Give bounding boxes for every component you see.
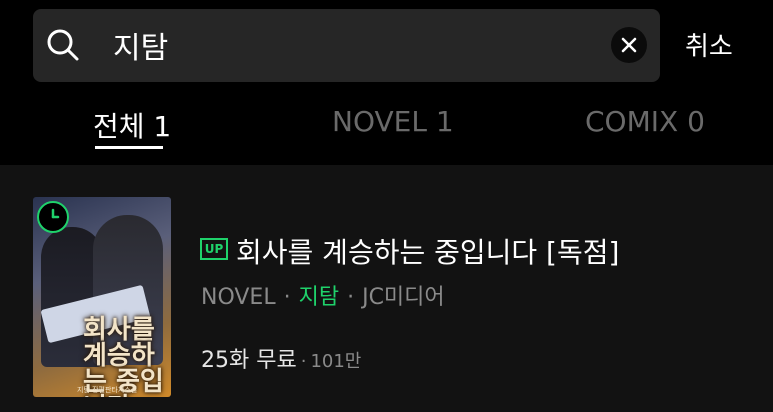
cover-thumbnail[interactable]: 회사를 계승하는 중입니다 지탐 장편판타지소설 — [33, 197, 171, 397]
free-episodes: 25화 무료 — [201, 348, 297, 373]
meta-separator: · — [347, 285, 355, 310]
result-stats: 25화 무료 · 101만 — [201, 342, 361, 374]
stats-separator: · — [300, 351, 307, 372]
meta-separator: · — [283, 285, 291, 310]
clear-search-button[interactable] — [611, 27, 647, 63]
result-publisher: JC미디어 — [362, 285, 445, 310]
result-tabs: 전체 1 NOVEL 1 COMIX 0 — [0, 100, 773, 160]
result-author[interactable]: 지탐 — [299, 285, 339, 310]
result-meta: NOVEL · 지탐 · JC미디어 — [201, 279, 445, 311]
tab-novel[interactable]: NOVEL 1 — [332, 105, 454, 138]
search-header: 취소 전체 1 NOVEL 1 COMIX 0 — [0, 0, 773, 165]
close-icon — [611, 37, 647, 67]
tab-all[interactable]: 전체 1 — [93, 105, 171, 145]
cover-author-text: 지탐 장편판타지소설 — [77, 386, 138, 394]
update-badge: UP — [200, 238, 228, 260]
view-count: 101만 — [310, 351, 362, 372]
cancel-button[interactable]: 취소 — [685, 26, 733, 63]
timer-icon — [37, 201, 69, 233]
result-item[interactable]: 회사를 계승하는 중입니다 지탐 장편판타지소설 UP 회사를 계승하는 중입니… — [0, 197, 773, 397]
result-category: NOVEL — [201, 285, 276, 310]
search-bar[interactable] — [33, 9, 660, 82]
result-title[interactable]: 회사를 계승하는 중입니다 [독점] — [236, 231, 619, 271]
search-icon[interactable] — [45, 27, 81, 63]
tab-comix[interactable]: COMIX 0 — [585, 105, 705, 138]
search-input[interactable] — [113, 21, 593, 69]
active-tab-indicator — [95, 146, 163, 149]
search-results: 회사를 계승하는 중입니다 지탐 장편판타지소설 UP 회사를 계승하는 중입니… — [0, 165, 773, 412]
